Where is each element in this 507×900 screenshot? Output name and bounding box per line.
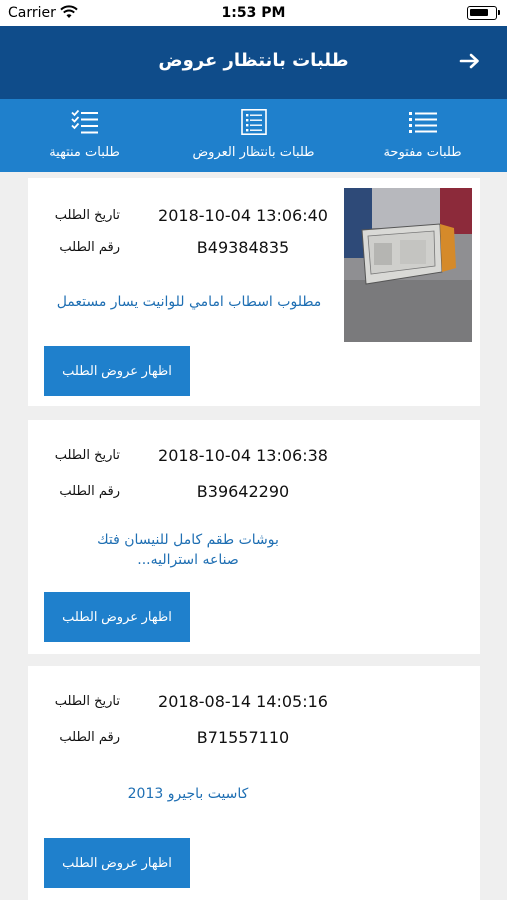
request-date-label: تاريخ الطلب xyxy=(54,694,120,709)
tab-awaiting-offers[interactable]: طلبات بانتظار العروض xyxy=(169,99,338,172)
tab-label: طلبات بانتظار العروض xyxy=(192,145,315,160)
request-number: B39642290 xyxy=(196,482,290,501)
request-number-label: رقم الطلب xyxy=(59,484,120,499)
request-card: تاريخ الطلب 2018-10-04 13:06:40 رقم الطل… xyxy=(28,178,480,406)
list-icon xyxy=(408,112,437,133)
request-description[interactable]: كاسيت باجيرو 2013 xyxy=(88,784,288,804)
back-arrow-icon[interactable] xyxy=(457,48,483,74)
tab-open-requests[interactable]: طلبات مفتوحة xyxy=(338,99,507,172)
request-date-label: تاريخ الطلب xyxy=(54,208,120,223)
request-number-label: رقم الطلب xyxy=(59,730,120,745)
requests-list[interactable]: تاريخ الطلب 2018-10-04 13:06:40 رقم الطل… xyxy=(0,172,507,900)
show-offers-button[interactable]: اظهار عروض الطلب xyxy=(44,346,190,396)
page-title: طلبات بانتظار عروض xyxy=(158,50,349,71)
request-date: 2018-10-04 13:06:40 xyxy=(158,206,328,225)
request-date: 2018-08-14 14:05:16 xyxy=(158,692,328,711)
request-date-label: تاريخ الطلب xyxy=(54,448,120,463)
request-description[interactable]: مطلوب اسطاب امامي للوانيت يسار مستعمل xyxy=(34,292,344,312)
request-number: B49384835 xyxy=(196,238,290,257)
tab-label: طلبات مفتوحة xyxy=(383,145,462,160)
request-number: B71557110 xyxy=(196,728,290,747)
request-card: تاريخ الطلب 2018-10-04 13:06:38 رقم الطل… xyxy=(28,420,480,654)
request-description[interactable]: بوشات طقم كامل للنيسان فتك صناعه استرالي… xyxy=(88,530,288,570)
request-image[interactable] xyxy=(344,188,472,342)
status-bar: Carrier 1:53 PM xyxy=(0,0,507,26)
clock: 1:53 PM xyxy=(221,5,286,21)
tab-bar: طلبات مفتوحة طلبات بانتظار العروض طلبات … xyxy=(0,99,507,172)
headlight-photo xyxy=(344,188,472,342)
checklist-icon xyxy=(70,109,98,134)
tab-label: طلبات منتهية xyxy=(49,145,120,160)
battery-icon xyxy=(467,6,500,20)
navigation-bar: طلبات بانتظار عروض xyxy=(0,26,507,99)
request-date: 2018-10-04 13:06:38 xyxy=(158,446,328,465)
request-card: تاريخ الطلب 2018-08-14 14:05:16 رقم الطل… xyxy=(28,666,480,900)
document-list-icon xyxy=(240,109,267,135)
show-offers-button[interactable]: اظهار عروض الطلب xyxy=(44,838,190,888)
request-number-label: رقم الطلب xyxy=(59,240,120,255)
show-offers-button[interactable]: اظهار عروض الطلب xyxy=(44,592,190,642)
tab-finished-requests[interactable]: طلبات منتهية xyxy=(0,99,169,172)
